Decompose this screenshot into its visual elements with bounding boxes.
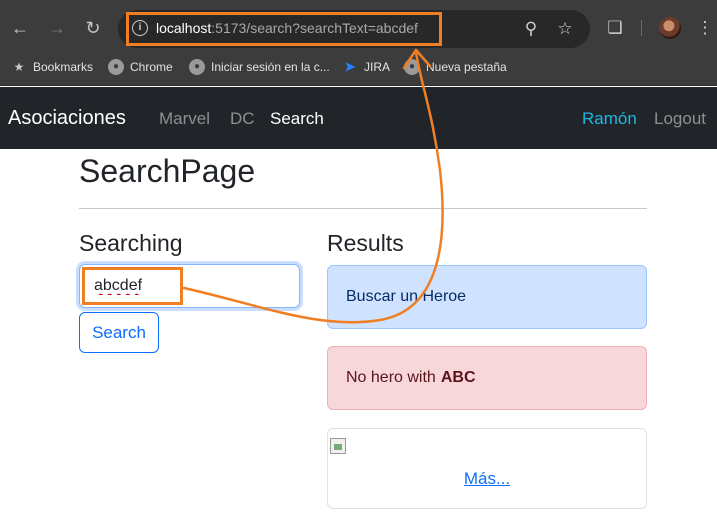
annotation-arrow: [182, 48, 444, 324]
annotation-arrow-path: [182, 50, 444, 324]
